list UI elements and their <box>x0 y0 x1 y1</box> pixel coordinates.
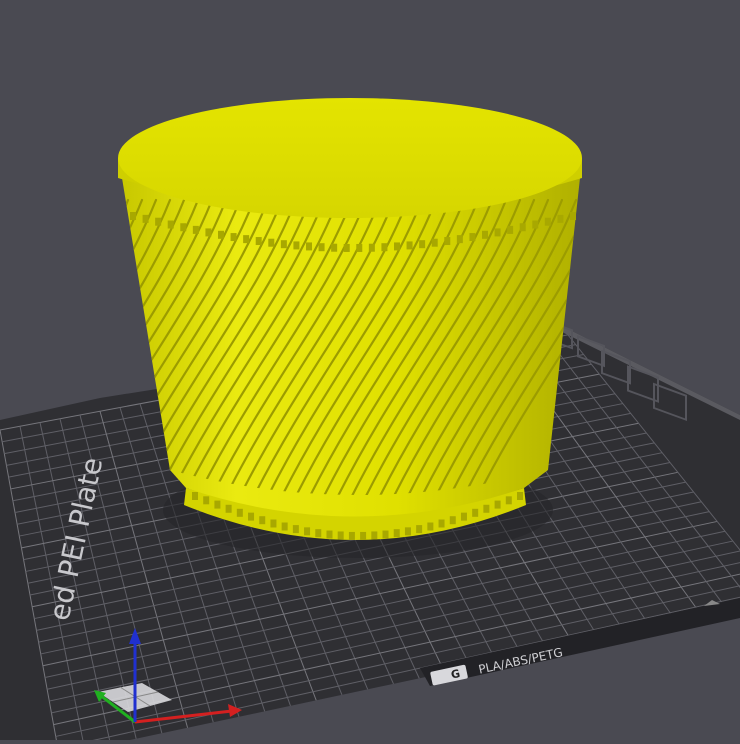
model-notch <box>381 243 388 252</box>
model-notch <box>532 220 539 229</box>
model-notch <box>259 516 266 525</box>
model-notch <box>519 223 526 232</box>
model-notch <box>360 531 367 540</box>
model-notch <box>255 237 262 246</box>
model-notch <box>427 522 434 531</box>
model-notch <box>230 233 237 242</box>
model-notch <box>306 242 312 251</box>
model-notch <box>292 525 299 534</box>
model-notch <box>449 516 456 525</box>
model-notch <box>130 212 136 220</box>
model-notch <box>517 492 523 500</box>
model-notch <box>142 214 149 223</box>
model-notch <box>368 243 375 252</box>
model-notch <box>248 512 255 521</box>
model-notch <box>155 217 162 226</box>
model-notch <box>337 531 344 540</box>
model-notch <box>494 228 501 237</box>
model-notch <box>268 238 275 247</box>
model-notch <box>236 508 243 517</box>
model-notch <box>180 223 187 232</box>
model-notch <box>482 230 488 239</box>
3d-viewport[interactable]: ed PEI Plate G PLA/ABS/PETG <box>0 0 740 740</box>
model-notch <box>416 525 423 534</box>
model-notch <box>192 492 198 500</box>
model-notch <box>544 217 551 226</box>
model-notch <box>281 522 288 531</box>
model-notch <box>218 230 224 239</box>
model-notch <box>293 241 300 250</box>
model-notch <box>270 519 277 528</box>
model-notch <box>331 243 338 252</box>
model-notch <box>280 240 287 249</box>
model-notch <box>472 508 479 517</box>
model-notch <box>214 500 221 509</box>
model-notch <box>343 243 350 252</box>
model-notch <box>419 240 426 249</box>
model-notch <box>460 512 467 521</box>
model-notch <box>404 527 411 536</box>
model-notch <box>394 242 400 251</box>
model-notch <box>505 496 512 505</box>
model-notch <box>456 235 463 244</box>
model-notch <box>205 228 212 237</box>
model-notch <box>203 496 210 505</box>
model-notch <box>406 241 413 250</box>
model-notch <box>371 531 378 540</box>
model-notch <box>356 243 363 252</box>
model-notch <box>438 519 445 528</box>
model-notch <box>557 214 564 223</box>
model-notch <box>483 504 490 513</box>
model-notch <box>318 243 325 252</box>
model-notch <box>431 238 438 247</box>
model-notch <box>494 500 501 509</box>
model-notch <box>167 220 174 229</box>
model-notch <box>444 237 451 246</box>
model-notch <box>243 235 250 244</box>
model-notch <box>225 504 232 513</box>
model-notch <box>393 529 400 538</box>
model-notch <box>507 225 514 234</box>
model-notch <box>570 212 576 220</box>
model-notch <box>304 527 311 536</box>
model-top-face <box>118 98 582 218</box>
model-notch <box>469 233 476 242</box>
model-notch <box>382 530 389 539</box>
model-notch <box>315 529 322 538</box>
model-notch <box>348 531 355 540</box>
model-notch <box>326 530 333 539</box>
model-notch <box>192 225 199 234</box>
